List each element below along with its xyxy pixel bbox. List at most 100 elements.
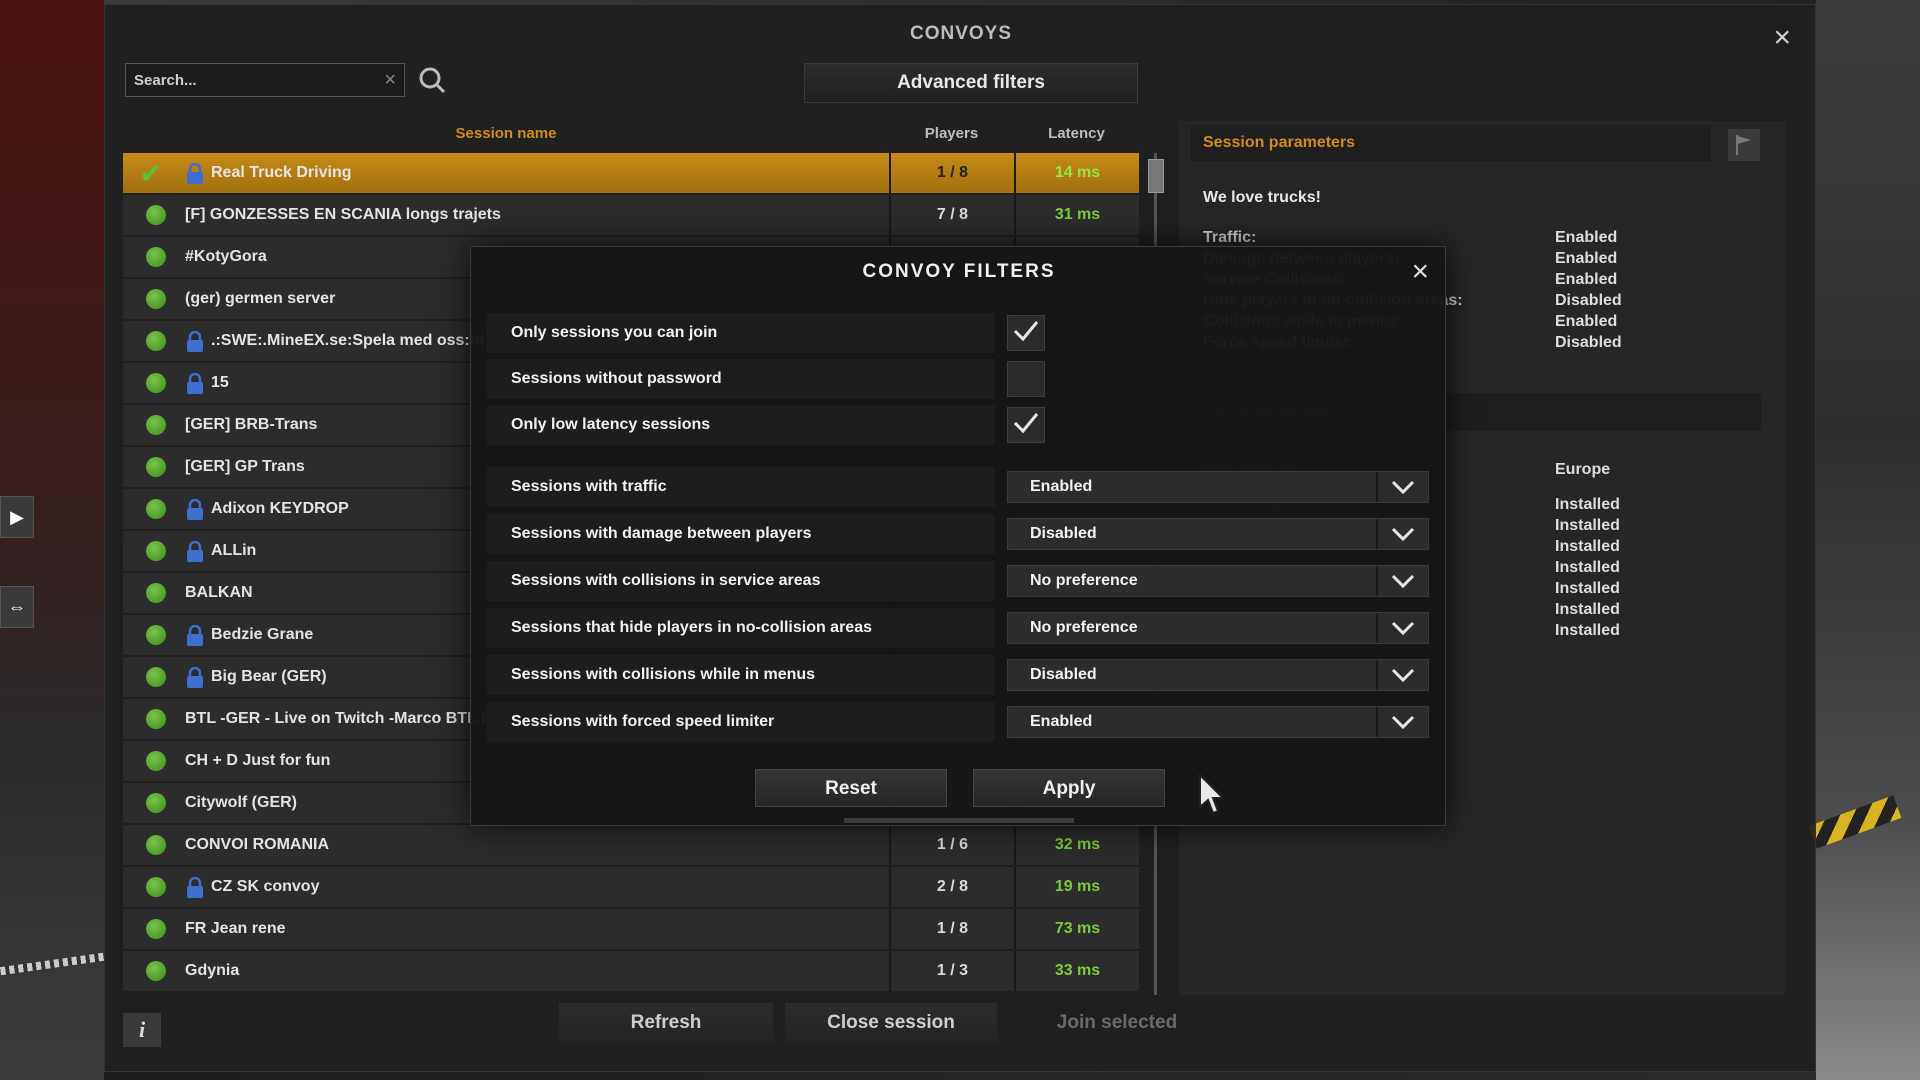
filter-dropdown[interactable]: No preference (1007, 565, 1429, 597)
dlc-status: Installed (1555, 538, 1620, 555)
online-status-icon (146, 415, 166, 435)
arrow-right-icon: ▶ (10, 506, 24, 527)
session-name: Big Bear (GER) (211, 668, 327, 685)
lock-icon (185, 624, 205, 652)
chevron-down-icon[interactable] (1376, 519, 1428, 549)
session-name: Gdynia (185, 962, 240, 979)
chevron-down-icon[interactable] (1376, 707, 1428, 737)
filter-dropdown[interactable]: Disabled (1007, 518, 1429, 550)
session-name: BTL -GER - Live on Twitch -Marco BTL E (185, 710, 492, 727)
checkbox-filter: Only low latency sessions (487, 405, 1413, 445)
apply-button[interactable]: Apply (973, 769, 1165, 807)
session-latency: 32 ms (1014, 825, 1139, 865)
dropdown-value: Enabled (1030, 478, 1093, 495)
lock-icon (185, 876, 205, 904)
online-status-icon (146, 877, 166, 897)
column-session-name[interactable]: Session name (123, 125, 889, 142)
advanced-filters-button[interactable]: Advanced filters (804, 63, 1138, 103)
dlc-status: Installed (1555, 559, 1620, 576)
dropdown-filter: Sessions with collisions in service area… (487, 561, 1429, 601)
info-button[interactable]: i (123, 1013, 161, 1047)
filter-checkbox[interactable] (1007, 361, 1045, 397)
chevron-down-icon[interactable] (1376, 472, 1428, 502)
chevron-down-icon[interactable] (1376, 613, 1428, 643)
dropdown-filter: Sessions that hide players in no-collisi… (487, 608, 1429, 648)
filter-label: Only low latency sessions (487, 405, 995, 445)
dialog-scrollbar[interactable] (844, 818, 1074, 823)
session-row[interactable]: Gdynia 1 / 3 33 ms (123, 951, 1139, 991)
filter-dropdown[interactable]: No preference (1007, 612, 1429, 644)
column-latency[interactable]: Latency (1014, 125, 1139, 142)
side-resize-button[interactable]: ⇔ (0, 586, 34, 628)
session-name: [GER] GP Trans (185, 458, 305, 475)
filter-label: Sessions with collisions while in menus (487, 655, 995, 695)
refresh-button[interactable]: Refresh (559, 1003, 773, 1043)
lock-icon (185, 330, 205, 358)
close-icon[interactable]: × (1411, 257, 1429, 287)
filter-dropdown[interactable]: Enabled (1007, 471, 1429, 503)
selected-check-icon: ✔ (139, 158, 163, 189)
session-name: [GER] BRB-Trans (185, 416, 318, 433)
dlc-status: Installed (1555, 580, 1620, 597)
session-name: BALKAN (185, 584, 253, 601)
session-latency: 14 ms (1014, 153, 1139, 193)
session-row[interactable]: FR Jean rene 1 / 8 73 ms (123, 909, 1139, 949)
close-session-button[interactable]: Close session (785, 1003, 997, 1043)
filter-dropdown[interactable]: Disabled (1007, 659, 1429, 691)
lock-icon (185, 162, 205, 190)
background-right (1816, 0, 1920, 1080)
session-latency: 73 ms (1014, 909, 1139, 949)
dropdown-value: No preference (1030, 619, 1138, 636)
reset-button[interactable]: Reset (755, 769, 947, 807)
side-arrow-button[interactable]: ▶ (0, 496, 34, 538)
dropdown-filter: Sessions with traffic Enabled (487, 467, 1429, 507)
join-selected-button[interactable]: Join selected (1011, 1003, 1223, 1043)
clear-search-icon[interactable]: × (384, 69, 396, 92)
chevron-down-icon[interactable] (1376, 566, 1428, 596)
session-row[interactable]: [F] GONZESSES EN SCANIA longs trajets 7 /… (123, 195, 1139, 235)
search-button[interactable] (413, 63, 451, 97)
session-name: .:SWE:.MineEX.se:Spela med oss:ht (211, 332, 485, 349)
session-name: Citywolf (GER) (185, 794, 297, 811)
close-icon[interactable]: × (1773, 23, 1791, 53)
session-name: 15 (211, 374, 229, 391)
session-players: 1 / 6 (889, 825, 1014, 865)
session-list-header: Session name Players Latency (123, 121, 1139, 149)
filter-label: Only sessions you can join (487, 313, 995, 353)
filter-label: Sessions with damage between players (487, 514, 995, 554)
filter-checkbox[interactable] (1007, 315, 1045, 351)
online-status-icon (146, 793, 166, 813)
scrollbar-thumb[interactable] (1148, 159, 1164, 193)
session-name: Adixon KEYDROP (211, 500, 349, 517)
session-name: Real Truck Driving (211, 164, 352, 181)
report-button[interactable] (1728, 129, 1760, 161)
session-row[interactable]: ✔ Real Truck Driving 1 / 8 14 ms (123, 153, 1139, 193)
checkmark-icon (1012, 319, 1040, 348)
online-status-icon (146, 919, 166, 939)
column-players[interactable]: Players (889, 125, 1014, 142)
session-parameters-header: Session parameters (1191, 125, 1711, 161)
session-name: ALLin (211, 542, 257, 559)
checkmark-icon (1012, 411, 1040, 440)
param-value: Enabled (1555, 313, 1618, 330)
dropdown-filter: Sessions with collisions while in menus D… (487, 655, 1429, 695)
online-status-icon (146, 751, 166, 771)
session-name: CONVOI ROMANIA (185, 836, 329, 853)
online-status-icon (146, 331, 166, 351)
filter-label: Sessions that hide players in no-collisi… (487, 608, 995, 648)
filter-label: Sessions with traffic (487, 467, 995, 507)
dlc-status: Installed (1555, 496, 1620, 513)
dlc-status: Installed (1555, 601, 1620, 618)
session-row[interactable]: CZ SK convoy 2 / 8 19 ms (123, 867, 1139, 907)
filter-dropdown[interactable]: Enabled (1007, 706, 1429, 738)
filter-checkbox[interactable] (1007, 407, 1045, 443)
online-status-icon (146, 709, 166, 729)
chevron-down-icon[interactable] (1376, 660, 1428, 690)
search-input[interactable] (134, 71, 385, 89)
online-status-icon (146, 667, 166, 687)
mouse-cursor-icon (1199, 773, 1226, 815)
checkbox-filter: Sessions without password (487, 359, 1413, 399)
session-row[interactable]: CONVOI ROMANIA 1 / 6 32 ms (123, 825, 1139, 865)
online-status-icon (146, 961, 166, 981)
lock-icon (185, 540, 205, 568)
